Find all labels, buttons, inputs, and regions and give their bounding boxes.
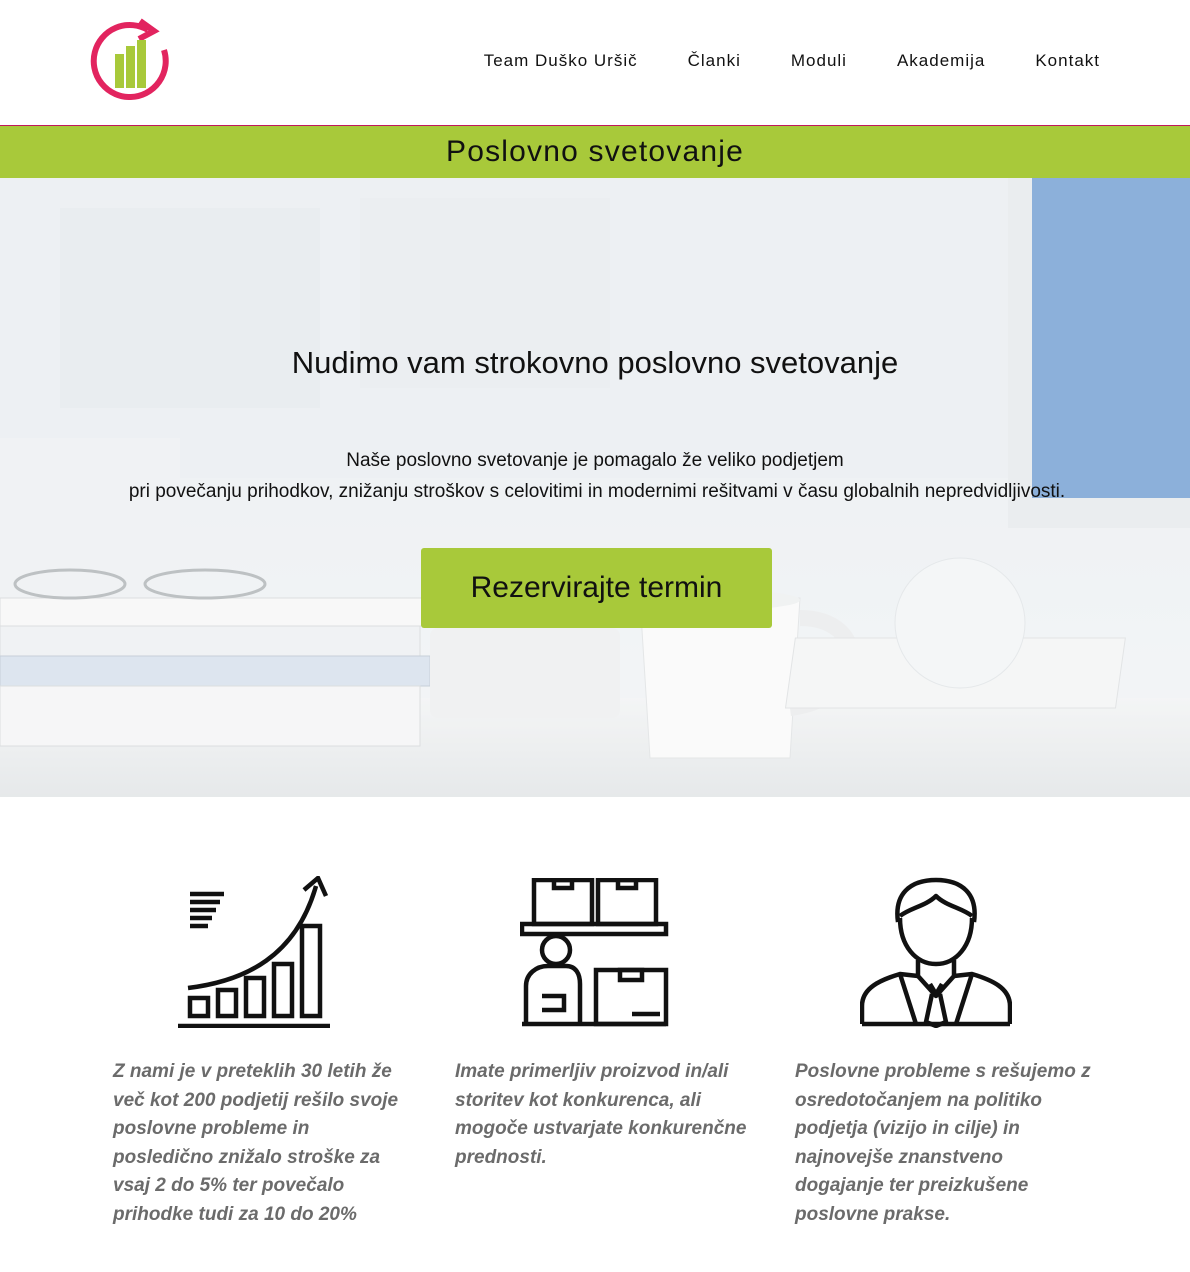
businessman-icon [859,876,1013,1033]
nav-item-moduli[interactable]: Moduli [791,50,847,72]
page-title-bar: Poslovno svetovanje [0,125,1190,178]
warehouse-worker-icon [519,877,670,1033]
book-appointment-button[interactable]: Rezervirajte termin [421,548,772,628]
hero-heading: Nudimo vam strokovno poslovno svetovanje [291,345,899,380]
feature-text: Imate primerljiv proizvod in/ali storite… [455,1061,747,1168]
site-header: Team Duško Uršič Članki Moduli Akademija… [0,0,1190,125]
feature-text: Poslovne probleme s rešujemo z osredotoč… [795,1061,1091,1225]
hero-text-line2: pri povečanju prihodkov, znižanju strošk… [128,481,1066,502]
nav-item-kontakt[interactable]: Kontakt [1035,50,1100,72]
nav-item-team[interactable]: Team Duško Uršič [484,50,638,72]
growth-chart-logo-icon[interactable] [90,18,174,106]
feature-text: Z nami je v preteklih 30 letih že več ko… [113,1061,399,1225]
nav-item-clanki[interactable]: Članki [688,50,741,72]
page-title: Poslovno svetovanje [446,135,744,168]
hero-text-line1: Naše poslovno svetovanje je pomagalo že … [346,450,844,471]
nav-item-akademija[interactable]: Akademija [897,50,985,72]
main-nav: Team Duško Uršič Članki Moduli Akademija… [484,50,1100,72]
growth-chart-icon [176,874,332,1033]
hero-section: Nudimo vam strokovno poslovno svetovanje… [0,178,1190,797]
